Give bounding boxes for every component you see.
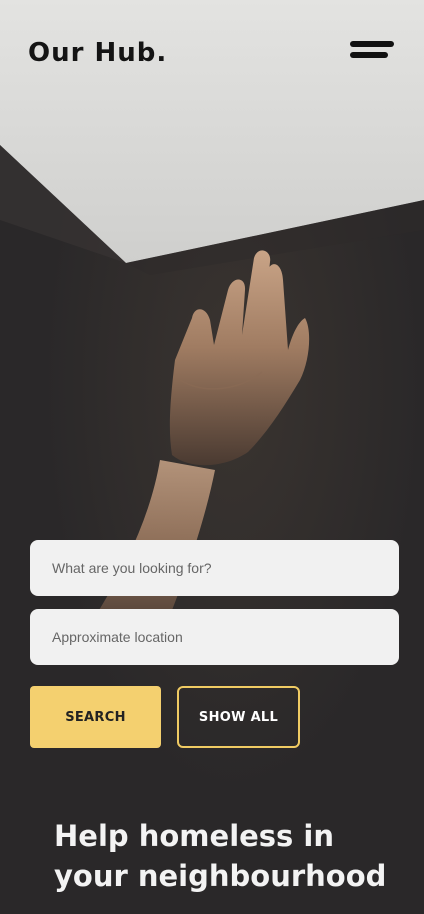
section-headline: Help homeless in your neighbourhood — [54, 819, 387, 893]
search-query-input[interactable] — [30, 540, 399, 596]
search-button[interactable]: SEARCH — [30, 686, 161, 748]
location-input[interactable] — [30, 609, 399, 665]
hamburger-menu-icon[interactable] — [344, 36, 400, 70]
show-all-button[interactable]: SHOW ALL — [177, 686, 300, 748]
app-header: Our Hub. — [0, 0, 424, 110]
brand-logo[interactable]: Our Hub. — [28, 38, 167, 68]
reaching-hand-photo — [0, 0, 424, 914]
hero-image — [0, 0, 424, 914]
